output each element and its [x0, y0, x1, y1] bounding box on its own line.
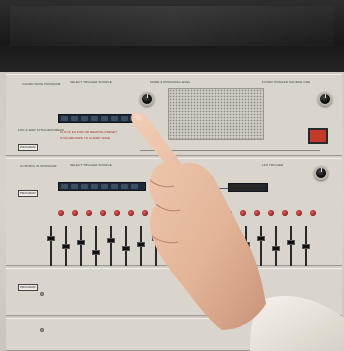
fader-track [110, 226, 112, 266]
red-led [310, 210, 316, 216]
panel-c-tag: PROGRAM [18, 284, 38, 291]
fader-knob[interactable] [122, 246, 130, 251]
panel-b-tag: PROGRAM [18, 190, 38, 197]
fader-track [230, 226, 232, 266]
red-led [282, 210, 288, 216]
fader-track [170, 226, 172, 266]
panel-a-section-2: MODE & PROGRAM LEVEL [150, 80, 191, 84]
fader-knob[interactable] [62, 244, 70, 249]
red-led [114, 210, 120, 216]
red-led [72, 210, 78, 216]
red-led [100, 210, 106, 216]
filter-knob[interactable] [318, 92, 332, 106]
panel-b-title: CONTROL IN PROGRAM [20, 164, 57, 168]
fader-track [185, 226, 187, 266]
red-led [240, 210, 246, 216]
program-level-knob[interactable] [140, 92, 154, 106]
red-led [156, 210, 162, 216]
fader-knob[interactable] [302, 244, 310, 249]
fader-knob[interactable] [152, 236, 160, 241]
panel-a-note-1: CLOCK EX FOR OR REMOTE PRESET [60, 130, 118, 134]
panel-bottom [6, 318, 342, 351]
fader-knob[interactable] [227, 250, 235, 255]
red-led [170, 210, 176, 216]
fader-knob[interactable] [212, 238, 220, 243]
lfo-button-strip[interactable] [228, 183, 268, 192]
fader-knob[interactable] [197, 244, 205, 249]
red-led [226, 210, 232, 216]
fader-track [95, 226, 97, 266]
fader-knob[interactable] [167, 248, 175, 253]
panel-a-section-3: FILTER TRIGGER SOURCE ONE [262, 80, 311, 84]
select-button-strip-a[interactable] [58, 114, 138, 123]
panel-b-section-2: LFO TRIGGER [262, 163, 284, 167]
fader-knob[interactable] [107, 238, 115, 243]
panel-a-note-2: SYNCHRONIZE TO CHORD WAVE [60, 136, 111, 140]
panel-lower [6, 268, 342, 316]
fader-track [215, 226, 217, 266]
lfo-knob[interactable] [314, 166, 328, 180]
fader-knob[interactable] [272, 246, 280, 251]
fader-knob[interactable] [137, 242, 145, 247]
panel-b-section-1: SELECT TRIGGER SOURCE [70, 163, 112, 167]
panel-a-section-1: SELECT TRIGGER SOURCE [70, 80, 112, 84]
fader-knob[interactable] [182, 240, 190, 245]
red-led [128, 210, 134, 216]
red-led [86, 210, 92, 216]
fader-track [290, 226, 292, 266]
fader-track [80, 226, 82, 266]
red-led [198, 210, 204, 216]
panel-a-tag: PROGRAM [18, 144, 38, 151]
red-button[interactable] [308, 128, 328, 144]
red-led [296, 210, 302, 216]
console-top-frame [0, 0, 344, 72]
red-led [58, 210, 64, 216]
fader-knob[interactable] [242, 242, 250, 247]
fader-knob[interactable] [92, 250, 100, 255]
red-led [184, 210, 190, 216]
fader-track [260, 226, 262, 266]
fader-knob[interactable] [257, 236, 265, 241]
red-led [212, 210, 218, 216]
red-led [254, 210, 260, 216]
red-led [142, 210, 148, 216]
fader-knob[interactable] [77, 240, 85, 245]
fader-track [155, 226, 157, 266]
fader-track [50, 226, 52, 266]
fader-knob[interactable] [47, 236, 55, 241]
panel-a-title: CHORD WAVE PROGRAM [22, 82, 61, 86]
photo: CHORD WAVE PROGRAM SELECT TRIGGER SOURCE… [0, 0, 344, 351]
select-button-strip-b[interactable] [58, 182, 146, 191]
speaker-grille [168, 88, 264, 140]
red-led [268, 210, 274, 216]
panel-a-side-label: FOR & WAR SYNCHRONIZERS [18, 128, 65, 132]
fader-knob[interactable] [287, 240, 295, 245]
